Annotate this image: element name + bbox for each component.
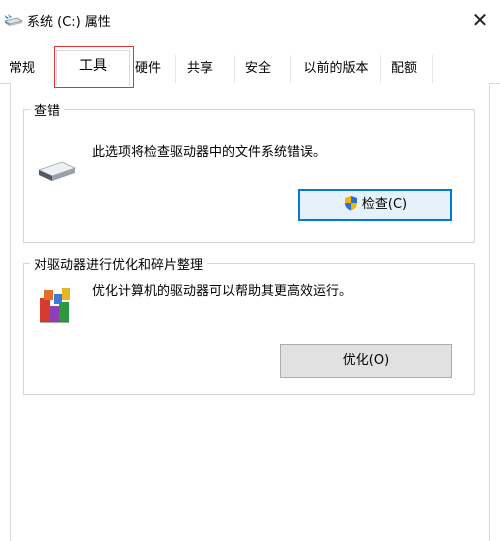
tab-hardware[interactable]: 硬件	[126, 55, 170, 83]
optimize-button[interactable]: 优化(O)	[280, 344, 452, 378]
tab-tools[interactable]: 工具	[56, 50, 130, 85]
tab-general[interactable]: 常规	[2, 55, 42, 83]
tab-label: 工具	[79, 58, 107, 74]
window-title: 系统 (C:) 属性	[27, 15, 111, 30]
tab-quota[interactable]: 配额	[384, 55, 424, 83]
optimize-title: 对驱动器进行优化和碎片整理	[30, 254, 208, 273]
drive-icon	[38, 161, 76, 181]
check-button[interactable]: 检查(C)	[298, 189, 452, 221]
tab-divider	[54, 55, 55, 83]
error-check-message: 此选项将检查驱动器中的文件系统错误。	[92, 145, 327, 160]
title-bar: 系统 (C:) 属性 ✕	[0, 0, 500, 40]
tab-divider	[432, 55, 433, 83]
tools-panel: 查错 此选项将检查驱动器中的文件系统错误。 检查(C) 对驱动器进行优化和碎片整…	[10, 83, 490, 541]
optimize-button-label: 优化(O)	[342, 353, 390, 368]
tab-label: 配额	[390, 61, 417, 76]
optimize-message: 优化计算机的驱动器可以帮助其更高效运行。	[92, 284, 353, 299]
error-check-title: 查错	[30, 100, 65, 119]
tab-divider	[234, 55, 235, 83]
tab-divider	[380, 55, 381, 83]
tab-previous-versions[interactable]: 以前的版本	[296, 55, 376, 83]
tab-divider	[290, 55, 291, 83]
tab-label: 以前的版本	[303, 61, 369, 76]
tab-label: 硬件	[134, 61, 161, 76]
error-check-group: 查错 此选项将检查驱动器中的文件系统错误。 检查(C)	[23, 100, 475, 243]
uac-shield-icon	[344, 196, 357, 211]
drive-title-icon	[3, 14, 23, 26]
tab-security[interactable]: 安全	[236, 55, 280, 83]
tab-label: 共享	[186, 61, 213, 76]
tab-label: 常规	[8, 61, 35, 76]
tab-sharing[interactable]: 共享	[176, 55, 224, 83]
check-button-label: 检查(C)	[361, 197, 408, 212]
tab-label: 安全	[244, 61, 271, 76]
optimize-group: 对驱动器进行优化和碎片整理 优化计算机的驱动器可以帮助其更高效运行。 优化(O)	[23, 254, 475, 395]
defrag-icon	[40, 288, 70, 323]
close-button[interactable]: ✕	[460, 0, 500, 40]
close-icon: ✕	[471, 8, 489, 32]
